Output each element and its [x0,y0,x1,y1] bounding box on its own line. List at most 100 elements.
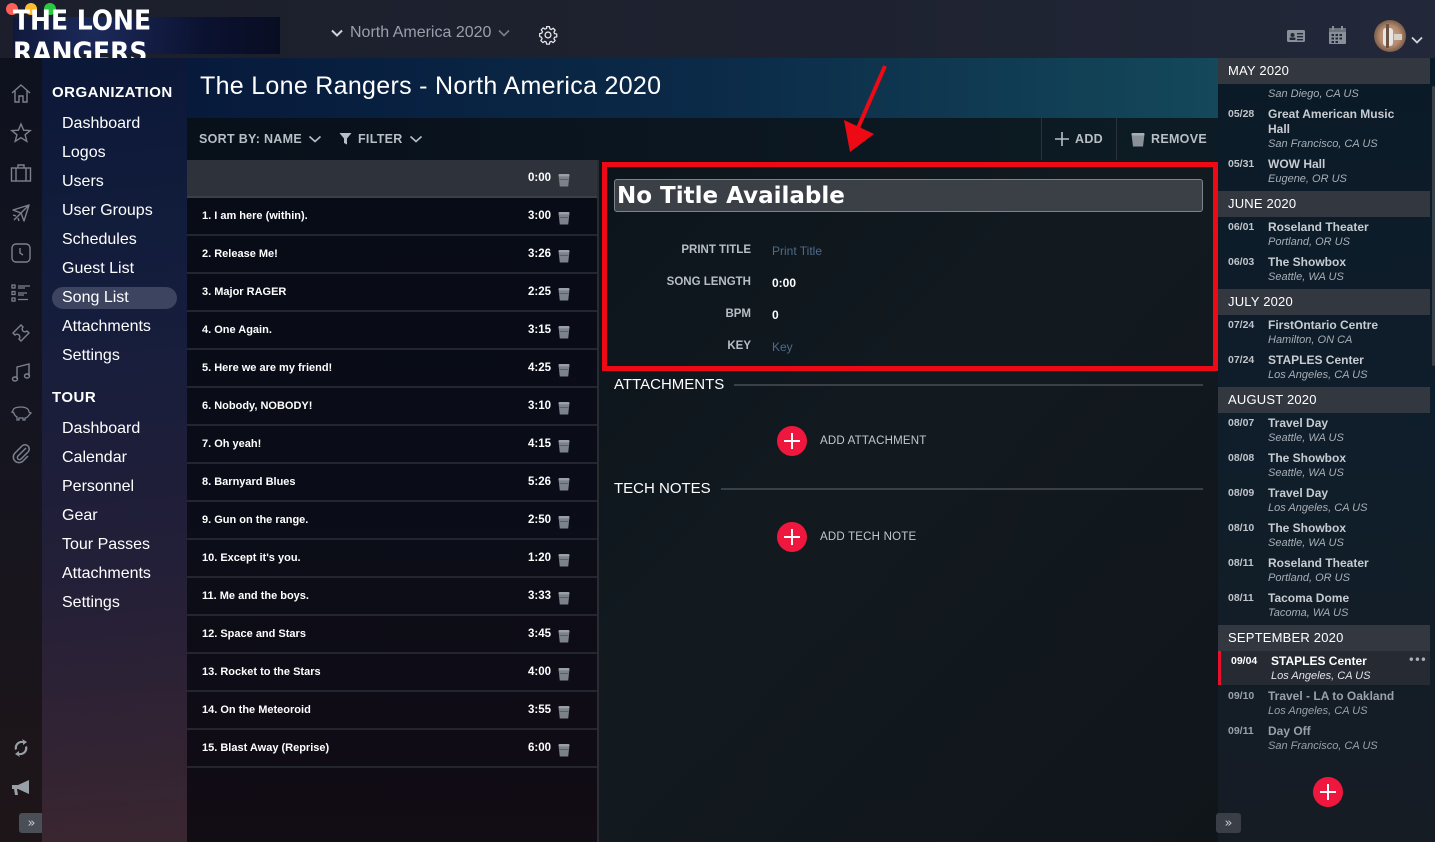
print-title-field[interactable]: Print Title [772,244,822,258]
expand-schedule-button[interactable]: » [1216,813,1241,833]
sidebar-item-tour-attachments[interactable]: Attachments [52,563,177,585]
sidebar-item-calendar[interactable]: Calendar [52,447,177,469]
megaphone-icon[interactable] [10,777,32,799]
trash-icon[interactable] [558,666,570,681]
expand-rail-button[interactable]: » [19,813,44,833]
song-row[interactable]: 0:00 [187,160,597,198]
sidebar-item-tour-passes[interactable]: Tour Passes [52,534,177,556]
sidebar-item-org-settings[interactable]: Settings [52,345,177,367]
sidebar-item-tour-dashboard[interactable]: Dashboard [52,418,177,440]
home-icon[interactable] [10,82,32,104]
sync-icon[interactable] [10,737,32,759]
schedule-event[interactable]: 08/10 The Showbox Seattle, WA US [1218,518,1430,552]
sort-by-dropdown[interactable]: SORT BY: NAME [199,118,322,160]
trash-icon[interactable] [558,742,570,757]
song-row[interactable]: 10. Except it's you. 1:20 [187,540,597,578]
sidebar-item-guest-list[interactable]: Guest List [52,258,177,280]
trash-icon[interactable] [558,172,570,187]
schedule-event[interactable]: 09/10 Travel - LA to Oakland Los Angeles, … [1218,686,1430,720]
schedule-event[interactable]: 08/11 Tacoma Dome Tacoma, WA US [1218,588,1430,622]
contact-card-icon[interactable] [1286,28,1306,44]
tour-selector[interactable]: North America 2020 [330,24,511,42]
gear-icon[interactable] [538,25,558,45]
tech-notes-heading: TECH NOTES [614,480,711,497]
sidebar-item-users[interactable]: Users [52,171,177,193]
add-song-button[interactable]: ADD [1055,118,1103,160]
calendar-icon[interactable] [1328,25,1347,45]
schedule-event[interactable]: 07/24 FirstOntario Centre Hamilton, ON CA [1218,315,1430,349]
trash-icon[interactable] [558,704,570,719]
trash-icon[interactable] [558,400,570,415]
schedule-event[interactable]: 06/03 The Showbox Seattle, WA US [1218,252,1430,286]
band-logo[interactable]: THE LONE RANGERS [13,4,280,67]
trash-icon[interactable] [558,476,570,491]
trash-icon[interactable] [558,324,570,339]
schedule-event[interactable]: 05/28 Great American Music Hall San Franci… [1218,104,1430,150]
song-row[interactable]: 13. Rocket to the Stars 4:00 [187,654,597,692]
trash-icon[interactable] [558,210,570,225]
song-row[interactable]: 7. Oh yeah! 4:15 [187,426,597,464]
song-row[interactable]: 2. Release Me! 3:26 [187,236,597,274]
key-field[interactable]: Key [772,340,793,354]
song-row[interactable]: 5. Here we are my friend! 4:25 [187,350,597,388]
more-options-icon[interactable]: ••• [1408,653,1427,667]
trash-icon[interactable] [558,514,570,529]
filter-dropdown[interactable]: FILTER [339,118,423,160]
sidebar-item-user-groups[interactable]: User Groups [52,200,177,222]
song-row[interactable]: 3. Major RAGER 2:25 [187,274,597,312]
song-length-field[interactable]: 0:00 [772,276,796,290]
piggy-bank-icon[interactable] [10,402,32,424]
add-event-button[interactable] [1313,777,1343,807]
trash-icon[interactable] [558,590,570,605]
trash-icon[interactable] [558,438,570,453]
schedule-event[interactable]: 05/31 WOW Hall Eugene, OR US [1218,154,1430,188]
sidebar-item-tour-settings[interactable]: Settings [52,592,177,614]
avatar[interactable] [1374,20,1406,52]
schedule-event[interactable]: 07/24 STAPLES Center Los Angeles, CA US [1218,350,1430,384]
song-row[interactable]: 15. Blast Away (Reprise) 6:00 [187,730,597,768]
schedule-event[interactable]: 06/01 Roseland Theater Portland, OR US [1218,217,1430,251]
song-row[interactable]: 4. One Again. 3:15 [187,312,597,350]
song-row[interactable]: 1. I am here (within). 3:00 [187,198,597,236]
event-date: 09/10 [1228,690,1255,702]
trash-icon[interactable] [558,362,570,377]
chevron-down-icon[interactable] [1410,33,1424,47]
music-note-icon[interactable] [10,362,32,384]
song-title-input[interactable] [614,179,1203,212]
trash-icon[interactable] [558,628,570,643]
star-icon[interactable] [10,122,32,144]
sidebar-item-org-dashboard[interactable]: Dashboard [52,113,177,135]
song-row[interactable]: 8. Barnyard Blues 5:26 [187,464,597,502]
schedule-event[interactable]: San Diego, CA US [1218,68,1430,102]
ticket-icon[interactable] [10,322,32,344]
schedule-event[interactable]: 09/04 STAPLES Center Los Angeles, CA US ••• [1218,651,1430,685]
song-row[interactable]: 9. Gun on the range. 2:50 [187,502,597,540]
sidebar-item-personnel[interactable]: Personnel [52,476,177,498]
sidebar-item-schedules[interactable]: Schedules [52,229,177,251]
briefcase-icon[interactable] [10,162,32,184]
sidebar-item-song-list[interactable]: Song List [52,287,177,309]
song-row[interactable]: 6. Nobody, NOBODY! 3:10 [187,388,597,426]
song-row[interactable]: 12. Space and Stars 3:45 [187,616,597,654]
schedule-event[interactable]: 08/11 Roseland Theater Portland, OR US [1218,553,1430,587]
airplane-icon[interactable] [10,202,32,224]
clock-icon[interactable] [10,242,32,264]
add-tech-note-button[interactable]: ADD TECH NOTE [777,522,916,552]
song-row[interactable]: 11. Me and the boys. 3:33 [187,578,597,616]
schedule-event[interactable]: 08/07 Travel Day Seattle, WA US [1218,413,1430,447]
schedule-event[interactable]: 08/08 The Showbox Seattle, WA US [1218,448,1430,482]
sidebar-item-gear[interactable]: Gear [52,505,177,527]
trash-icon[interactable] [558,286,570,301]
paperclip-icon[interactable] [10,442,32,464]
sidebar-item-logos[interactable]: Logos [52,142,177,164]
sidebar-item-org-attachments[interactable]: Attachments [52,316,177,338]
song-row[interactable]: 14. On the Meteoroid 3:55 [187,692,597,730]
schedule-event[interactable]: 09/11 Day Off San Francisco, CA US [1218,721,1430,755]
add-attachment-button[interactable]: ADD ATTACHMENT [777,426,927,456]
schedule-event[interactable]: 08/09 Travel Day Los Angeles, CA US [1218,483,1430,517]
trash-icon[interactable] [558,552,570,567]
trash-icon[interactable] [558,248,570,263]
list-icon[interactable] [10,282,32,304]
bpm-field[interactable]: 0 [772,308,779,322]
remove-song-button[interactable]: REMOVE [1131,118,1207,160]
